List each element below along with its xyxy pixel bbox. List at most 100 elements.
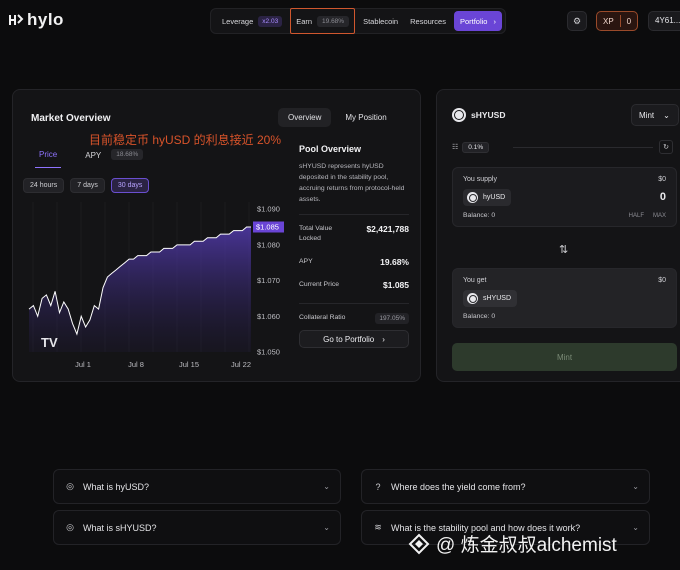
goto-portfolio-label: Go to Portfolio	[323, 334, 375, 344]
waves-icon: ≋	[374, 522, 382, 532]
chevron-down-icon: ⌄	[323, 482, 330, 491]
faq-item-what-is-shyusd[interactable]: ◎ What is sHYUSD? ⌄	[53, 510, 341, 545]
settings-button[interactable]: ⚙	[567, 11, 587, 31]
faq-question: What is hyUSD?	[83, 481, 150, 492]
tradingview-icon: TV	[41, 335, 58, 350]
mint-card-token: sHYUSD	[471, 110, 506, 120]
watermark: @ 炼金叔叔alchemist	[408, 530, 617, 557]
wallet-button[interactable]: 4Y61...	[648, 11, 680, 31]
chevron-down-icon: ⌄	[663, 110, 670, 120]
mode-select-value: Mint	[639, 110, 655, 120]
collateral-label: Collateral Ratio	[299, 314, 346, 321]
y-tick-label: $1.080	[257, 240, 280, 249]
supply-balance: Balance: 0	[463, 212, 496, 219]
half-button[interactable]: HALF	[629, 213, 644, 219]
pool-price: Current Price $1.085	[299, 280, 409, 290]
get-token-select[interactable]: sHYUSD	[463, 290, 518, 307]
page: hylo Leverage x2.03 Earn 19.68% Stableco…	[0, 0, 680, 570]
faq-item-what-is-hyusd[interactable]: ◎ What is hyUSD? ⌄	[53, 469, 341, 504]
get-label: You get	[463, 277, 487, 284]
sliders-icon: ☷	[452, 144, 459, 151]
y-tick-label: $1.050	[257, 348, 280, 357]
price-value: $1.085	[383, 280, 409, 290]
market-tabs: Overview My Position	[278, 108, 397, 127]
amount-shortcuts: HALF MAX	[629, 213, 666, 219]
tvl-label: Total Value Locked	[299, 225, 333, 242]
last-price-text: $1.085	[256, 223, 279, 232]
nav-stablecoin-label: Stablecoin	[363, 16, 399, 26]
shyusd-token-icon	[467, 293, 478, 304]
range-24h[interactable]: 24 hours	[23, 178, 65, 193]
goto-portfolio-button[interactable]: Go to Portfolio ›	[299, 330, 409, 348]
refresh-button[interactable]: ↻	[659, 140, 673, 154]
brand-name: hylo	[27, 10, 64, 29]
weibo-logo-icon	[408, 533, 430, 554]
slippage-control[interactable]: ☷ 0.1%	[452, 140, 490, 154]
supply-amount-input[interactable]: 0	[660, 191, 666, 203]
chevron-down-icon: ⌄	[632, 523, 639, 532]
leverage-badge: x2.03	[258, 15, 283, 27]
range-7d[interactable]: 7 days	[70, 178, 105, 193]
nav-leverage[interactable]: Leverage x2.03	[218, 11, 286, 31]
pool-divider-2	[299, 303, 409, 304]
faq-question: Where does the yield come from?	[391, 481, 526, 492]
nav-resources-label: Resources	[410, 16, 446, 26]
subtab-apy[interactable]: APY	[81, 149, 105, 168]
supply-box: You supply $0 hyUSD 0 Balance: 0 HALF MA…	[452, 167, 677, 227]
subtab-price[interactable]: Price	[35, 148, 62, 168]
nav-stablecoin[interactable]: Stablecoin	[359, 11, 402, 31]
portfolio-label: Portfolio	[459, 16, 488, 26]
hyusd-coin-icon: ◎	[66, 481, 74, 491]
pool-description: sHYUSD represents hyUSD deposited in the…	[299, 163, 405, 203]
price-label: Current Price	[299, 281, 340, 288]
chevron-right-icon: ›	[382, 334, 385, 344]
get-balance: Balance: 0	[463, 313, 496, 320]
collateral-value: 197.05%	[375, 313, 409, 324]
supply-label: You supply	[463, 176, 497, 183]
get-box: You get $0 sHYUSD Balance: 0	[452, 268, 677, 328]
brand-logo[interactable]: hylo	[8, 10, 64, 30]
faq-item-yield-source[interactable]: ? Where does the yield come from? ⌄	[361, 469, 650, 504]
pool-divider	[299, 214, 409, 215]
apy-label: APY	[299, 258, 313, 265]
get-usd: $0	[658, 277, 666, 284]
watermark-text: @ 炼金叔叔alchemist	[436, 535, 617, 556]
max-button[interactable]: MAX	[653, 213, 666, 219]
question-circle-icon: ?	[375, 481, 381, 492]
range-30d[interactable]: 30 days	[110, 178, 150, 193]
tab-my-position[interactable]: My Position	[335, 108, 396, 127]
supply-token-select[interactable]: hyUSD	[463, 189, 512, 206]
mode-select[interactable]: Mint ⌄	[631, 104, 679, 126]
annotation-text: 目前稳定币 hyUSD 的利息接近 20%	[89, 133, 282, 147]
mint-button[interactable]: Mint	[452, 343, 677, 371]
mint-card: sHYUSD Mint ⌄ ☷ 0.1% ↻ You supply $0 hyU…	[436, 89, 680, 382]
pool-overview: Pool Overview sHYUSD represents hyUSD de…	[299, 144, 409, 348]
chart-subtabs: Price APY 18.68%	[35, 148, 144, 168]
swap-direction-icon[interactable]: ⇅	[559, 243, 568, 256]
market-overview-card: Market Overview Overview My Position 目前稳…	[12, 89, 421, 382]
main-nav: Leverage x2.03 Earn 19.68% Stablecoin Re…	[210, 8, 506, 34]
tvl-value: $2,421,788	[366, 224, 409, 234]
apy-value: 19.68%	[380, 257, 409, 267]
hyusd-token-icon	[467, 192, 478, 203]
shyusd-coin-icon: ◎	[66, 522, 74, 532]
hylo-logo-icon	[9, 14, 24, 25]
tab-overview[interactable]: Overview	[278, 108, 332, 127]
y-tick-label: $1.060	[257, 312, 280, 321]
nav-resources[interactable]: Resources	[406, 11, 450, 31]
price-area	[29, 227, 251, 352]
pool-apy: APY 19.68%	[299, 257, 409, 267]
supply-usd: $0	[658, 176, 666, 183]
xp-button[interactable]: XP 0	[596, 11, 639, 31]
pool-collateral: Collateral Ratio 197.05%	[299, 313, 409, 324]
slippage-divider	[513, 147, 653, 148]
nav-earn[interactable]: Earn 19.68%	[290, 8, 356, 34]
price-chart[interactable]: $1.090$1.080$1.070$1.060$1.050 Jul 1 Jul …	[23, 194, 285, 374]
portfolio-button[interactable]: Portfolio ›	[453, 11, 502, 31]
nav-earn-label: Earn	[296, 16, 313, 26]
nav-leverage-label: Leverage	[222, 16, 254, 26]
slippage-value: 0.1%	[462, 141, 490, 153]
pool-tvl: Total Value Locked $2,421,788	[299, 224, 409, 244]
refresh-icon: ↻	[663, 144, 669, 151]
range-selector: 24 hours 7 days 30 days	[23, 178, 150, 193]
